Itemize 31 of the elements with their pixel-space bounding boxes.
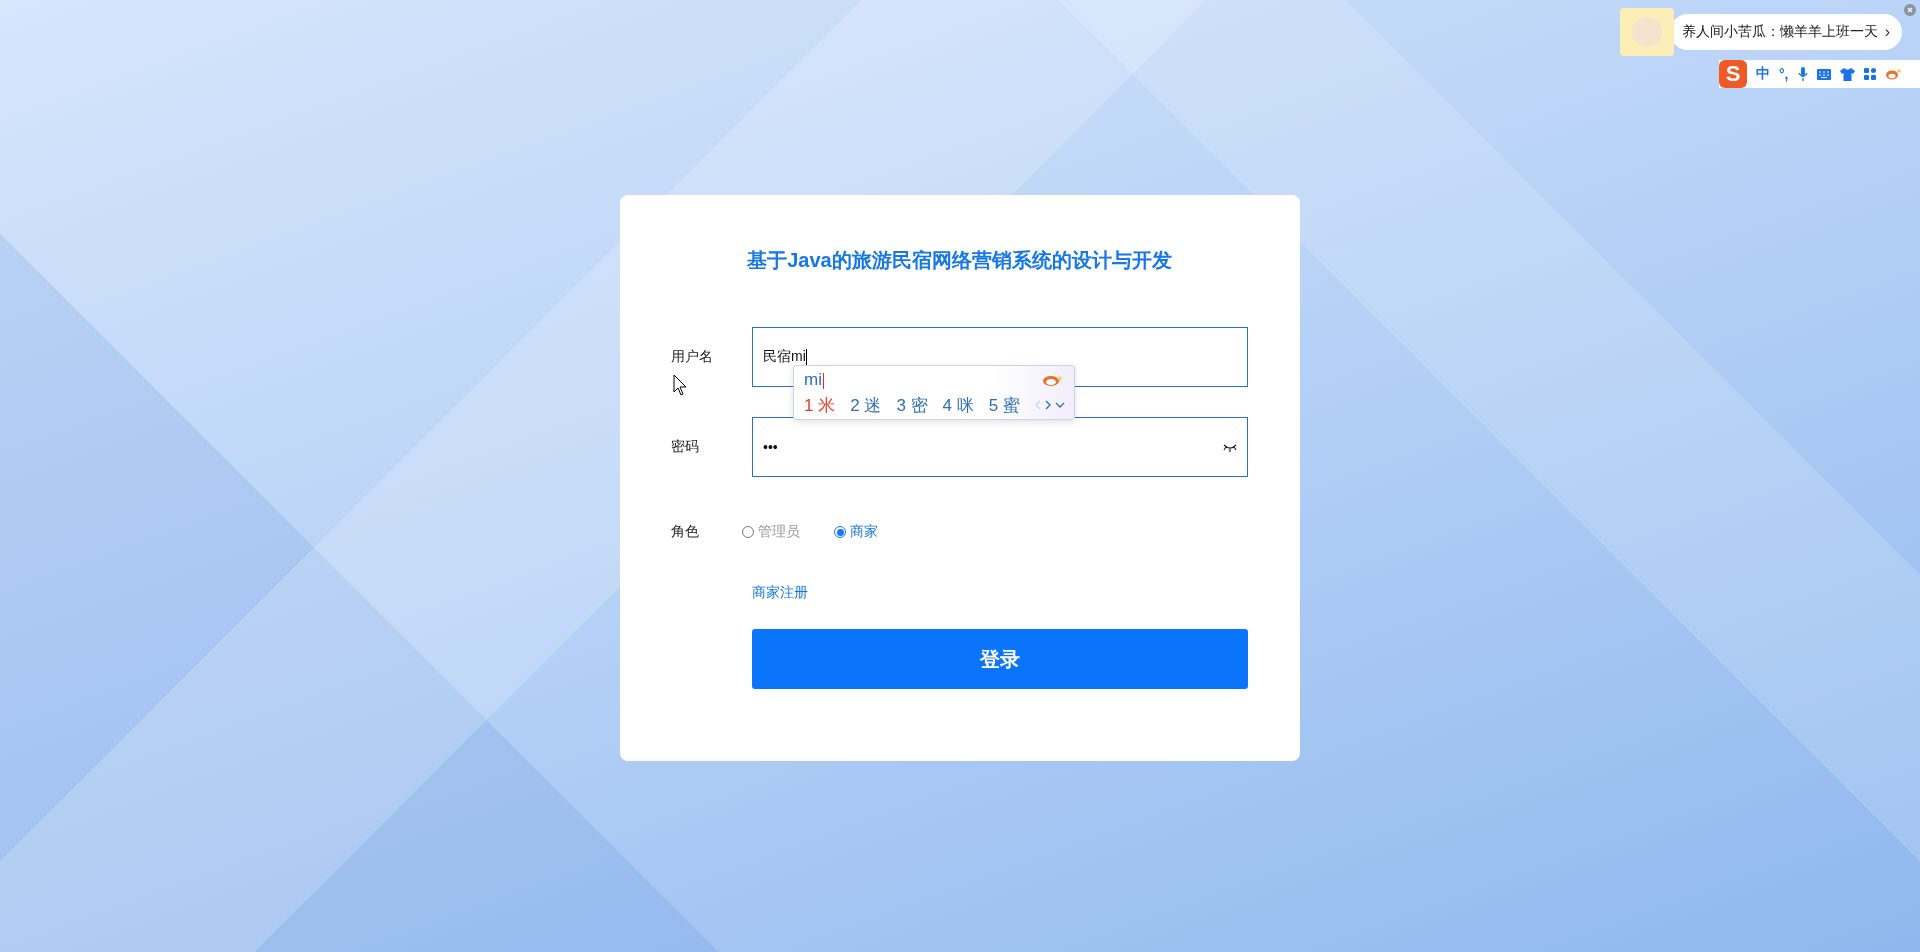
expand-icon[interactable] — [1054, 402, 1065, 408]
punctuation-toggle[interactable]: °, — [1779, 66, 1789, 82]
password-field[interactable]: ••• — [752, 417, 1248, 477]
ime-logo[interactable]: S — [1719, 60, 1747, 88]
register-link[interactable]: 商家注册 — [752, 584, 808, 600]
next-page-icon[interactable] — [1044, 400, 1051, 410]
shirt-icon[interactable] — [1839, 67, 1855, 81]
candidate-word[interactable]: 4 咪 — [942, 393, 974, 417]
microphone-icon[interactable] — [1797, 66, 1808, 82]
eye-closed-icon[interactable] — [1223, 442, 1237, 452]
candidate-word[interactable]: 2 迷 — [850, 393, 882, 417]
keyboard-icon[interactable] — [1816, 68, 1831, 80]
grid-icon[interactable] — [1863, 68, 1876, 80]
role-radio[interactable] — [742, 526, 754, 538]
mouse-pointer-icon — [673, 374, 687, 396]
field-label: 用户名 — [671, 348, 714, 366]
avatar — [1620, 8, 1674, 56]
login-button[interactable]: 登录 — [752, 629, 1248, 689]
arrow-glyph[interactable]: › — [1884, 23, 1890, 41]
candidate-word[interactable]: 1 米 — [804, 393, 836, 417]
role-option-label[interactable]: 商家 — [850, 523, 878, 541]
field-label: 密码 — [671, 438, 700, 456]
candidate-word[interactable]: 5 蜜 — [988, 393, 1020, 417]
role-option-label[interactable]: 管理员 — [758, 523, 800, 541]
system-title: 基于Java的旅游民宿网络营销系统的设计与开发 — [746, 248, 1173, 273]
input-mode-toggle[interactable]: 中 — [1756, 65, 1770, 83]
notification-text: 养人间小苦瓜：懒羊羊上班一天 — [1682, 23, 1879, 41]
candidate-word[interactable]: 3 密 — [896, 393, 928, 417]
close-icon[interactable] — [1904, 4, 1916, 16]
role-radio[interactable] — [834, 526, 846, 538]
field-label: 角色 — [671, 523, 700, 541]
